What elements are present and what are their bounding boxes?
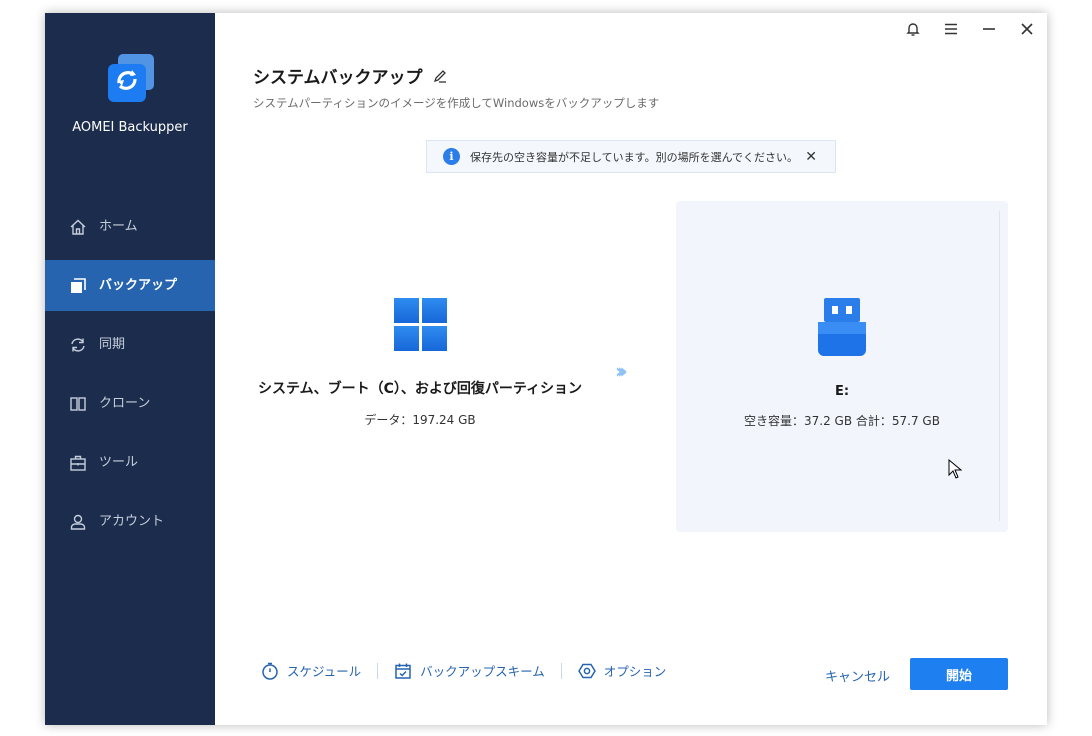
source-title: システム、ブート（C）、および回復パーティション: [257, 381, 582, 397]
app-name: AOMEI Backupper: [72, 120, 188, 135]
page-subtitle: システムパーティションのイメージを作成してWindowsをバックアップします: [253, 96, 660, 110]
notice-close-icon[interactable]: ✕: [805, 149, 817, 165]
backup-scheme-button[interactable]: バックアップスキーム: [394, 661, 545, 680]
sidebar-item-account[interactable]: アカウント: [45, 496, 215, 547]
windows-logo-icon: [393, 298, 447, 351]
destination-name: E:: [834, 384, 850, 399]
clone-icon: [70, 396, 86, 411]
sidebar-item-label: クローン: [99, 395, 151, 411]
divider: [560, 662, 562, 679]
sidebar-item-label: ツール: [99, 454, 139, 470]
options-button[interactable]: オプション: [577, 661, 667, 680]
divider: [377, 662, 379, 679]
bell-icon[interactable]: [905, 21, 921, 37]
sidebar-item-label: ホーム: [99, 218, 138, 234]
mouse-cursor-icon: [948, 459, 962, 479]
destination-space: 空き容量：37.2 GB 合計：57.7 GB: [744, 414, 940, 428]
sidebar: AOMEI Backupper ホーム バックアップ 同期 クローン ツール ア…: [45, 13, 215, 725]
options-bar: スケジュール バックアップスキーム オプション: [261, 661, 666, 680]
settings-icon: [577, 663, 596, 678]
home-icon: [70, 219, 86, 235]
backup-destination[interactable]: E: 空き容量：37.2 GB 合計：57.7 GB: [676, 201, 1008, 532]
space-warning-notice: i 保存先の空き容量が不足しています。別の場所を選んでください。 ✕: [426, 140, 836, 173]
destination-divider: [999, 211, 1000, 521]
arrow-right-icon: ›››: [615, 359, 628, 383]
sidebar-item-label: バックアップ: [99, 277, 178, 293]
tools-icon: [70, 455, 86, 471]
edit-pencil-icon[interactable]: [433, 69, 447, 83]
backup-scheme-label: バックアップスキーム: [420, 664, 545, 679]
backup-source[interactable]: システム、ブート（C）、および回復パーティション データ：197.24 GB: [255, 298, 585, 428]
sidebar-nav: ホーム バックアップ 同期 クローン ツール アカウント: [45, 201, 215, 555]
sync-icon: [71, 337, 85, 352]
window-controls: [905, 21, 1035, 37]
timer-icon: [262, 662, 278, 680]
sidebar-item-clone[interactable]: クローン: [45, 378, 215, 429]
sidebar-item-tools[interactable]: ツール: [45, 437, 215, 488]
info-icon: i: [443, 148, 460, 165]
notice-text: 保存先の空き容量が不足しています。別の場所を選んでください。: [470, 150, 799, 164]
main-panel: システムバックアップ システムパーティションのイメージを作成してWindowsを…: [215, 13, 1047, 725]
cancel-button[interactable]: キャンセル: [825, 666, 890, 685]
source-data-size: データ：197.24 GB: [364, 413, 476, 427]
sidebar-item-label: 同期: [99, 336, 126, 352]
app-window: AOMEI Backupper ホーム バックアップ 同期 クローン ツール ア…: [45, 13, 1047, 725]
calendar-icon: [395, 663, 411, 679]
start-button[interactable]: 開始: [910, 658, 1008, 690]
backup-icon: [71, 277, 86, 293]
menu-icon[interactable]: [943, 21, 959, 37]
account-icon: [70, 514, 86, 530]
schedule-button[interactable]: スケジュール: [261, 661, 361, 680]
sidebar-item-label: アカウント: [99, 513, 165, 529]
page-title: システムバックアップ: [253, 63, 447, 88]
minimize-icon[interactable]: [981, 21, 997, 37]
sidebar-item-home[interactable]: ホーム: [45, 201, 215, 252]
sidebar-item-backup[interactable]: バックアップ: [45, 260, 215, 311]
sidebar-item-sync[interactable]: 同期: [45, 319, 215, 370]
close-icon[interactable]: [1019, 21, 1035, 37]
schedule-label: スケジュール: [287, 664, 362, 679]
page-title-text: システムバックアップ: [253, 68, 423, 88]
app-logo-icon: [108, 54, 154, 102]
options-label: オプション: [603, 664, 667, 679]
usb-drive-icon: [818, 298, 866, 356]
